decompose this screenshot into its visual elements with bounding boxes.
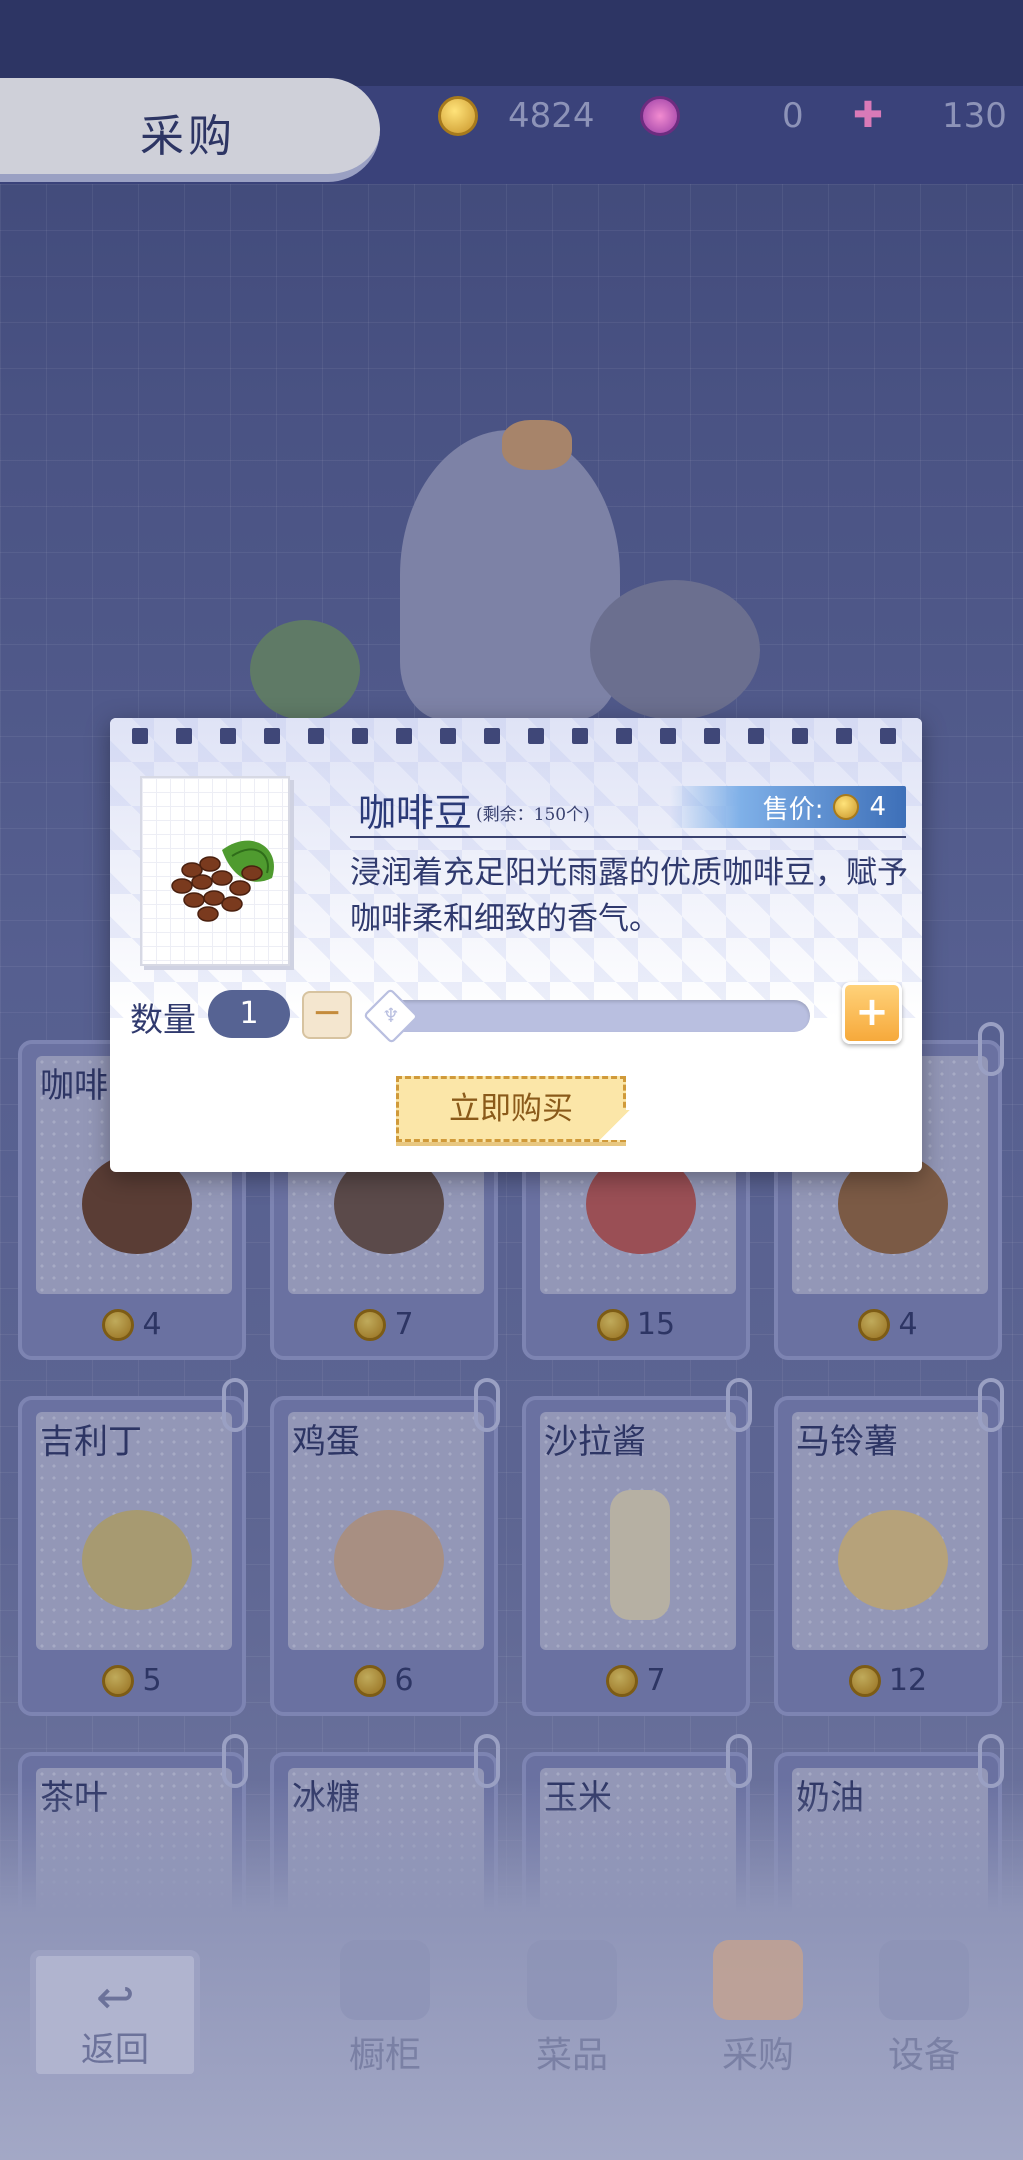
item-name-title: 咖啡豆: [358, 791, 473, 835]
item-price: 6: [274, 1663, 494, 1698]
coin-icon: [833, 794, 860, 820]
coin-icon: [606, 1664, 639, 1697]
quantity-label: 数量: [130, 1000, 196, 1039]
nav-purchase[interactable]: 采购: [688, 1940, 828, 2076]
item-name: 咖啡: [40, 1066, 108, 1106]
item-description: 浸润着充足阳光雨露的优质咖啡豆，赋予咖啡柔和细致的香气。: [350, 855, 908, 937]
item-price: 7: [274, 1307, 494, 1342]
gem-amount: 0: [782, 96, 804, 136]
mayo-bottle-icon: [610, 1490, 670, 1620]
gem-counter: 0: [640, 92, 804, 140]
gem-icon: [640, 96, 680, 136]
divider: [350, 836, 906, 838]
swan-add-icon[interactable]: ✚: [846, 96, 890, 136]
page-title: 采购: [140, 111, 236, 162]
item-card-egg[interactable]: 鸡蛋 6: [270, 1378, 500, 1716]
price-tag: 售价: 4: [670, 786, 906, 828]
swan-amount: 130: [942, 96, 1007, 136]
swan-icon: ♆: [382, 1004, 400, 1028]
burger-icon: [527, 1940, 617, 2020]
item-price: 5: [22, 1663, 242, 1698]
nav-cabinet[interactable]: 橱柜: [315, 1940, 455, 2076]
notebook-holes: [132, 728, 896, 744]
item-name: 吉利丁: [40, 1422, 142, 1462]
buy-now-button[interactable]: 立即购买: [396, 1076, 626, 1142]
potato-icon: [838, 1510, 948, 1610]
nav-dishes[interactable]: 菜品: [502, 1940, 642, 2076]
coin-icon: [102, 1308, 135, 1341]
item-name: 马铃薯: [796, 1422, 898, 1462]
gelatin-bowl-icon: [82, 1510, 192, 1610]
increase-button[interactable]: +: [842, 982, 902, 1044]
item-name: 沙拉酱: [544, 1422, 646, 1462]
item-price: 4: [778, 1307, 998, 1342]
back-arrow-icon: ↩: [96, 1970, 135, 2024]
item-name: 鸡蛋: [292, 1422, 360, 1462]
purchase-dialog: 咖啡豆 (剩余：150个) 售价: 4 浸润着充足阳光雨露的优质咖啡豆，赋予咖啡…: [110, 718, 922, 1172]
item-card-gelatin[interactable]: 吉利丁 5: [18, 1378, 248, 1716]
price-label: 售价:: [762, 794, 824, 825]
item-thumbnail: [140, 776, 290, 966]
stock-remaining: (剩余：150个): [476, 805, 590, 825]
coin-icon: [102, 1664, 135, 1697]
egg-basket-icon: [334, 1510, 444, 1610]
goose-mascot: [240, 400, 780, 720]
item-card-potato[interactable]: 马铃薯 12: [774, 1378, 1004, 1716]
item-price: 15: [526, 1307, 746, 1342]
coin-icon: [354, 1308, 387, 1341]
coin-icon: [848, 1664, 881, 1697]
quantity-slider[interactable]: ♆: [362, 987, 810, 1045]
decrease-button[interactable]: −: [302, 991, 352, 1039]
shopping-bag-icon: [713, 1940, 803, 2020]
coffee-beans-icon: [171, 840, 274, 922]
coin-icon: [858, 1308, 891, 1341]
machine-icon: [879, 1940, 969, 2020]
back-button[interactable]: ↩ 返回: [30, 1950, 200, 2080]
coin-icon: [354, 1664, 387, 1697]
nav-equipment[interactable]: 设备: [854, 1940, 994, 2076]
item-card-mayo[interactable]: 沙拉酱 7: [522, 1378, 752, 1716]
item-price: 12: [778, 1663, 998, 1698]
coin-icon: [438, 96, 478, 136]
paper-fold-corner: [600, 1110, 630, 1140]
top-bar: [0, 0, 1023, 90]
coin-icon: [596, 1308, 629, 1341]
back-label: 返回: [81, 2030, 149, 2070]
item-price: 7: [526, 1663, 746, 1698]
price-value: 4: [869, 792, 886, 822]
coin-amount: 4824: [508, 96, 595, 136]
quantity-value: 1: [208, 990, 290, 1038]
item-price: 4: [22, 1307, 242, 1342]
coin-counter: 4824: [438, 92, 595, 140]
swan-counter[interactable]: ✚ 130: [846, 92, 1007, 140]
cabinet-icon: [340, 1940, 430, 2020]
